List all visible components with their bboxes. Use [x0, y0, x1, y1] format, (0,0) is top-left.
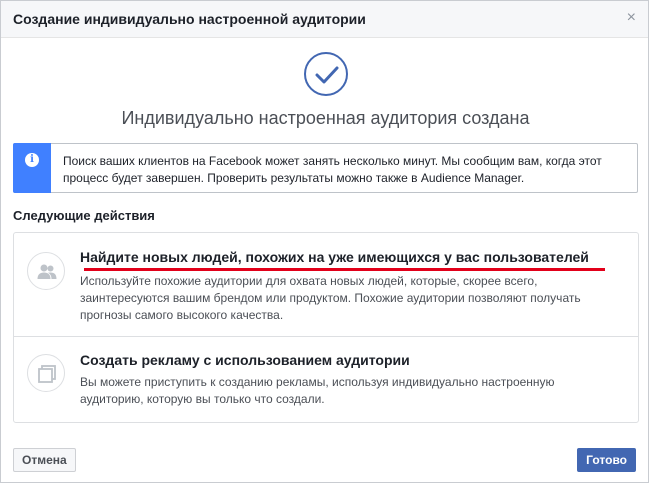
dialog-header: Создание индивидуально настроенной аудит… — [1, 1, 648, 38]
lookalike-description: Используйте похожие аудитории для охвата… — [80, 274, 581, 322]
done-button[interactable]: Готово — [577, 448, 636, 472]
info-icon: i — [25, 153, 39, 167]
info-text: Поиск ваших клиентов на Facebook может з… — [63, 154, 602, 185]
lookalike-title[interactable]: Найдите новых людей, похожих на уже имею… — [80, 249, 589, 265]
create-ad-description: Вы можете приступить к созданию рекламы,… — [80, 375, 555, 406]
cancel-button[interactable]: Отмена — [13, 448, 76, 472]
people-icon — [27, 252, 65, 290]
dialog-title: Создание индивидуально настроенной аудит… — [13, 11, 366, 27]
lookalike-audience-option[interactable]: Найдите новых людей, похожих на уже имею… — [14, 233, 638, 337]
highlight-underline — [84, 268, 605, 271]
success-title: Индивидуально настроенная аудитория созд… — [121, 108, 530, 128]
checkmark-circle-icon — [304, 52, 348, 96]
create-audience-dialog: Создание индивидуально настроенной аудит… — [0, 0, 649, 483]
next-steps-list: Найдите новых людей, похожих на уже имею… — [13, 232, 639, 423]
next-steps-heading: Следующие действия — [13, 208, 155, 223]
create-ad-option[interactable]: Создать рекламу с использованием аудитор… — [14, 337, 638, 423]
info-stripe: i — [13, 143, 51, 193]
create-ad-title[interactable]: Создать рекламу с использованием аудитор… — [80, 352, 410, 368]
ad-copy-icon — [27, 354, 65, 392]
close-icon[interactable]: × — [627, 10, 636, 26]
info-banner: i Поиск ваших клиентов на Facebook может… — [13, 143, 638, 193]
